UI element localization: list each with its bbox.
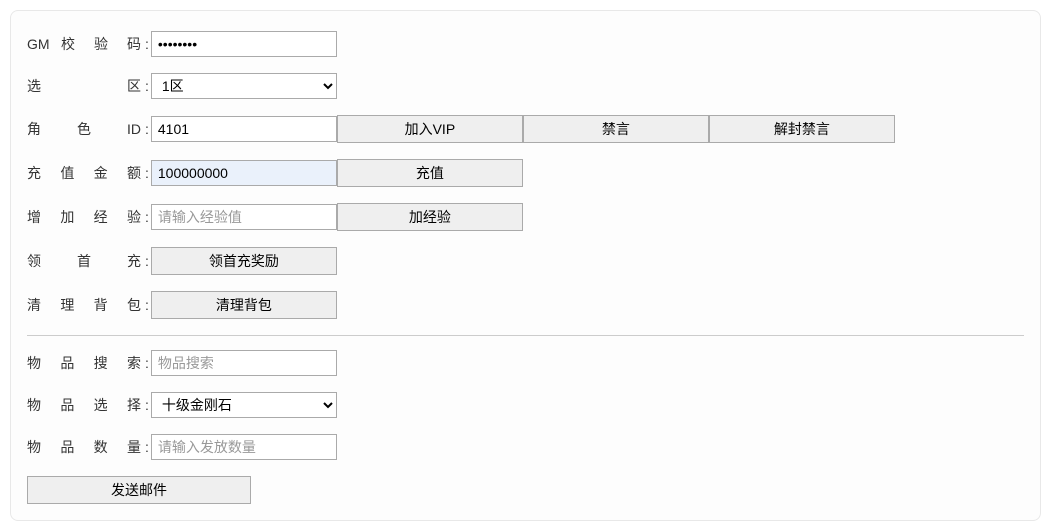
label-itemqty: 物 品 数 量 xyxy=(27,437,145,457)
item-search-input[interactable] xyxy=(151,350,337,376)
colon: : xyxy=(145,78,149,94)
row-zone: 选区 : 1区 xyxy=(27,73,1024,99)
section-divider xyxy=(27,335,1024,336)
ban-button[interactable]: 禁言 xyxy=(523,115,709,143)
unban-button[interactable]: 解封禁言 xyxy=(709,115,895,143)
label-role: 角色ID xyxy=(27,119,145,139)
colon: : xyxy=(145,36,149,52)
label-itemselect: 物 品 选 择 xyxy=(27,395,145,415)
row-exp: 增 加 经 验 : 加经验 xyxy=(27,203,1024,231)
firstcharge-button[interactable]: 领首充奖励 xyxy=(151,247,337,275)
gmcode-input[interactable] xyxy=(151,31,337,57)
colon: : xyxy=(145,439,149,455)
label-itemsearch: 物 品 搜 索 xyxy=(27,353,145,373)
colon: : xyxy=(145,165,149,181)
label-clearbag: 清 理 背 包 xyxy=(27,295,145,315)
colon: : xyxy=(145,121,149,137)
row-recharge: 充 值 金 额 : 充值 xyxy=(27,159,1024,187)
role-id-input[interactable] xyxy=(151,116,337,142)
row-clearbag: 清 理 背 包 : 清理背包 xyxy=(27,291,1024,319)
row-itemselect: 物 品 选 择 : 十级金刚石 xyxy=(27,392,1024,418)
item-select[interactable]: 十级金刚石 xyxy=(151,392,337,418)
exp-input[interactable] xyxy=(151,204,337,230)
add-vip-button[interactable]: 加入VIP xyxy=(337,115,523,143)
label-exp: 增 加 经 验 xyxy=(27,207,145,227)
send-mail-button[interactable]: 发送邮件 xyxy=(27,476,251,504)
row-itemsearch: 物 品 搜 索 : xyxy=(27,350,1024,376)
zone-select[interactable]: 1区 xyxy=(151,73,337,99)
row-firstcharge: 领 首 充 : 领首充奖励 xyxy=(27,247,1024,275)
row-gmcode: GM 校 验 码 : xyxy=(27,31,1024,57)
colon: : xyxy=(145,355,149,371)
colon: : xyxy=(145,253,149,269)
colon: : xyxy=(145,397,149,413)
recharge-amount-input[interactable] xyxy=(151,160,337,186)
gm-panel: GM 校 验 码 : 选区 : 1区 角色ID : 加入VIP 禁言 解封禁言 … xyxy=(10,10,1041,521)
row-role: 角色ID : 加入VIP 禁言 解封禁言 xyxy=(27,115,1024,143)
row-itemqty: 物 品 数 量 : xyxy=(27,434,1024,460)
add-exp-button[interactable]: 加经验 xyxy=(337,203,523,231)
row-sendmail: 发送邮件 xyxy=(27,476,1024,504)
colon: : xyxy=(145,297,149,313)
label-zone: 选区 xyxy=(27,76,145,96)
recharge-button[interactable]: 充值 xyxy=(337,159,523,187)
clearbag-button[interactable]: 清理背包 xyxy=(151,291,337,319)
label-recharge: 充 值 金 额 xyxy=(27,163,145,183)
label-firstcharge: 领 首 充 xyxy=(27,251,145,271)
colon: : xyxy=(145,209,149,225)
item-qty-input[interactable] xyxy=(151,434,337,460)
label-gmcode: GM 校 验 码 xyxy=(27,34,145,54)
